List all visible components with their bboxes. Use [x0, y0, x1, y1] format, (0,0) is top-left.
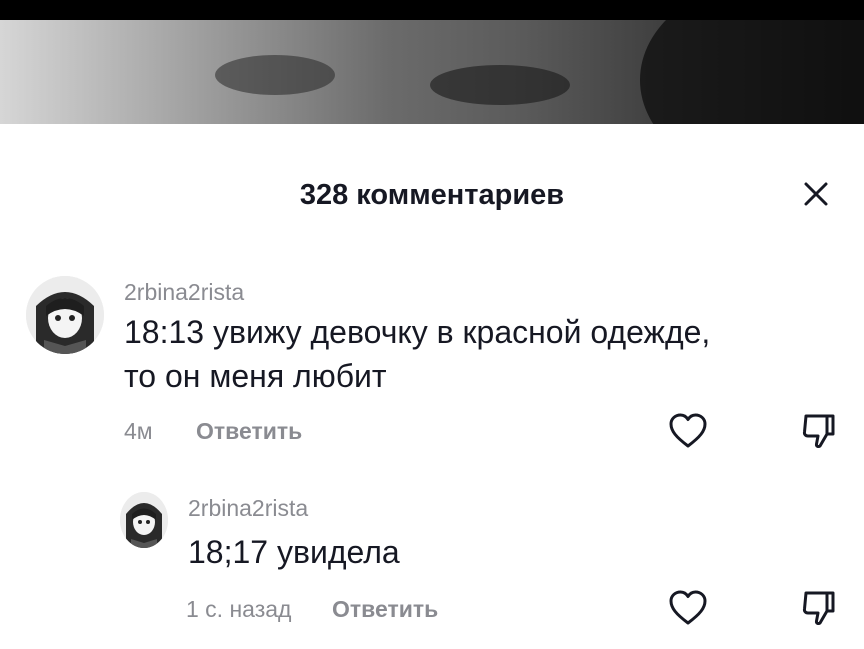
avatar[interactable]: [120, 492, 168, 548]
video-eye-right: [430, 65, 570, 105]
heart-outline-icon[interactable]: [666, 586, 710, 630]
video-hair: [640, 20, 864, 124]
thumbs-down-icon[interactable]: [796, 409, 840, 453]
comment-timestamp: 1 с. назад: [186, 596, 292, 622]
reply-button[interactable]: Ответить: [196, 418, 302, 445]
avatar[interactable]: [26, 276, 104, 354]
comments-sheet: 328 комментариев 2rbina2rista 18:13 увиж…: [0, 124, 864, 649]
reply-button[interactable]: Ответить: [332, 596, 438, 623]
close-icon[interactable]: [800, 178, 832, 210]
video-preview[interactable]: [0, 20, 864, 124]
thumbs-down-icon[interactable]: [796, 586, 840, 630]
comment-text-line-2: то он меня любит: [124, 358, 387, 394]
video-eye-left: [215, 55, 335, 95]
heart-outline-icon[interactable]: [666, 409, 710, 453]
comments-count-title: 328 комментариев: [299, 179, 565, 211]
comment-text: 18;17 увидела: [188, 534, 400, 570]
comment-timestamp: 4м: [124, 418, 153, 444]
status-bar: [0, 0, 864, 20]
comment-username[interactable]: 2rbina2rista: [124, 279, 244, 306]
comment-text-line-1: 18:13 увижу девочку в красной одежде,: [124, 314, 711, 350]
comment-username[interactable]: 2rbina2rista: [188, 495, 308, 522]
